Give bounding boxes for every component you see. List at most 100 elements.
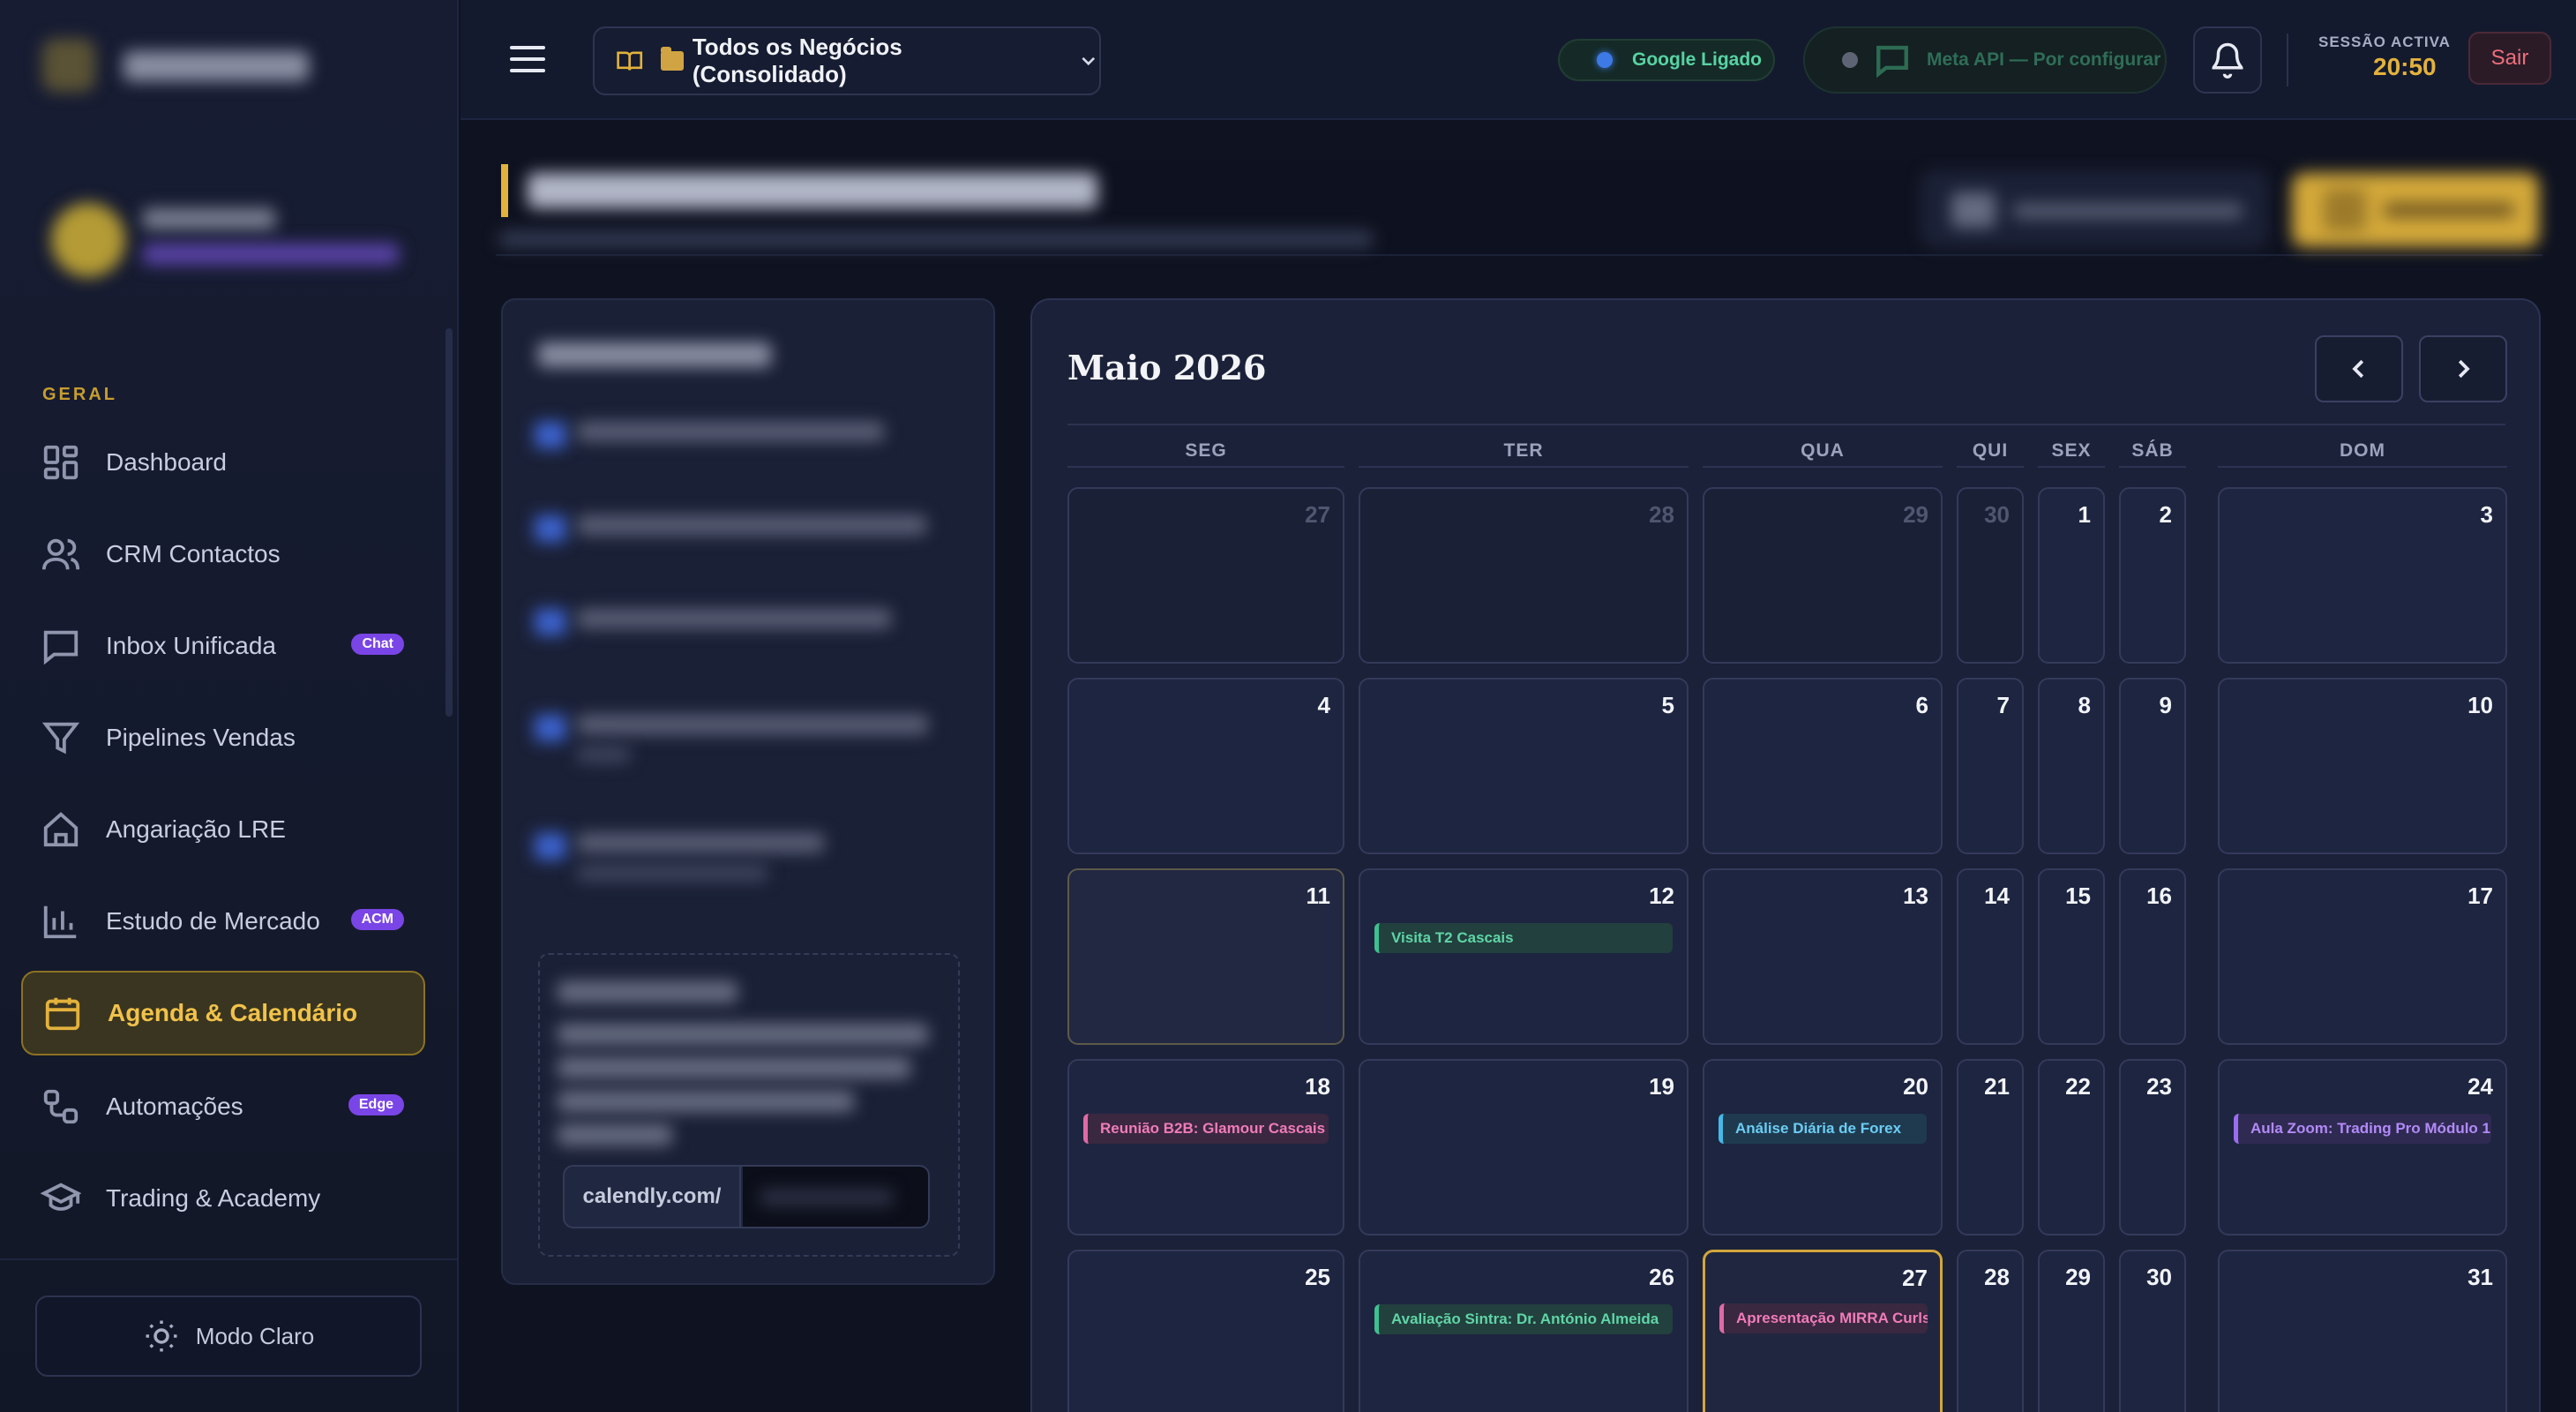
calendar-day-today[interactable]: 27 Apresentação MIRRA Curls <box>1703 1250 1943 1412</box>
day-number: 12 <box>1649 882 1674 909</box>
calendar-source-select[interactable] <box>1923 173 2265 245</box>
day-number: 27 <box>1305 501 1330 528</box>
user-name <box>143 208 275 229</box>
checkbox[interactable] <box>535 715 566 741</box>
next-month-button[interactable] <box>2419 335 2507 402</box>
day-number: 25 <box>1305 1264 1330 1290</box>
calendar-day[interactable]: 6 <box>1703 678 1943 854</box>
calendar-panel: Maio 2026 SEG TER QUA QUI SEX SÁB DOM 27 28 29 30 1… <box>1030 298 2541 1412</box>
calendar-day[interactable]: 30 <box>1957 487 2024 664</box>
calendar-day[interactable]: 13 <box>1703 868 1943 1045</box>
sidebar-scrollbar[interactable] <box>446 328 453 717</box>
sidebar-item-automacoes[interactable]: Automações Edge <box>21 1064 425 1149</box>
theme-toggle-label: Modo Claro <box>195 1322 315 1349</box>
theme-toggle-button[interactable]: Modo Claro <box>35 1296 422 1377</box>
calendar-day[interactable]: 28 <box>1359 487 1689 664</box>
sidebar-item-agenda-calendario[interactable]: Agenda & Calendário <box>21 971 425 1055</box>
business-selector[interactable]: Todos os Negócios (Consolidado) <box>593 26 1101 95</box>
notifications-button[interactable] <box>2193 26 2262 94</box>
calendar-day[interactable]: 20 Análise Diária de Forex <box>1703 1059 1943 1236</box>
calendar-event[interactable]: Apresentação MIRRA Curls <box>1719 1303 1928 1333</box>
calendar-day[interactable]: 27 <box>1067 487 1344 664</box>
bell-icon <box>2212 42 2243 79</box>
calendar-event[interactable]: Reunião B2B: Glamour Cascais <box>1083 1114 1329 1144</box>
menu-toggle-button[interactable] <box>510 46 545 74</box>
logout-button[interactable]: Sair <box>2468 32 2551 85</box>
calendar-day[interactable]: 28 <box>1957 1250 2024 1412</box>
sidebar-item-inbox-unificada[interactable]: Inbox Unificada Chat <box>21 604 425 688</box>
day-number: 30 <box>2146 1264 2172 1290</box>
calendar-event[interactable]: Análise Diária de Forex <box>1719 1114 1927 1144</box>
calendar-day[interactable]: 25 <box>1067 1250 1344 1412</box>
sidebar-item-label: Estudo de Mercado <box>106 907 320 935</box>
calendar-day[interactable]: 5 <box>1359 678 1689 854</box>
agenda-filters-panel: calendly.com/ <box>501 298 995 1285</box>
badge-acm: ACM <box>350 909 404 930</box>
day-number: 31 <box>2467 1264 2493 1290</box>
calendar-day[interactable]: 12 Visita T2 Cascais <box>1359 868 1689 1045</box>
calendar-day[interactable]: 10 <box>2218 678 2507 854</box>
calendar-event[interactable]: Visita T2 Cascais <box>1374 923 1673 953</box>
calendar-day[interactable]: 9 <box>2119 678 2186 854</box>
day-number: 18 <box>1305 1073 1330 1100</box>
calendar-day[interactable]: 2 <box>2119 487 2186 664</box>
calendar-day[interactable]: 7 <box>1957 678 2024 854</box>
calendly-url-input[interactable] <box>743 1167 928 1227</box>
sidebar-item-estudo-de-mercado[interactable]: Estudo de Mercado ACM <box>21 879 425 964</box>
calendar-event[interactable]: Avaliação Sintra: Dr. António Almeida <box>1374 1304 1673 1334</box>
calendar-day[interactable]: 4 <box>1067 678 1344 854</box>
day-number: 29 <box>1903 501 1928 528</box>
sidebar-item-trading-academy[interactable]: Trading & Academy <box>21 1156 425 1241</box>
calendar-day[interactable]: 17 <box>2218 868 2507 1045</box>
calendar-day[interactable]: 8 <box>2038 678 2105 854</box>
sidebar-item-dashboard[interactable]: Dashboard <box>21 420 425 505</box>
checkbox[interactable] <box>535 515 566 542</box>
calendar-day[interactable]: 11 <box>1067 868 1344 1045</box>
calendar-day[interactable]: 29 <box>2038 1250 2105 1412</box>
day-number: 20 <box>1903 1073 1928 1100</box>
day-number: 28 <box>1984 1264 2010 1290</box>
calendar-day[interactable]: 31 <box>2218 1250 2507 1412</box>
calendar-event[interactable]: Aula Zoom: Trading Pro Módulo 1 <box>2234 1114 2491 1144</box>
calendar-day[interactable]: 23 <box>2119 1059 2186 1236</box>
calendar-day[interactable]: 1 <box>2038 487 2105 664</box>
previous-month-button[interactable] <box>2315 335 2403 402</box>
calendar-day[interactable]: 18 Reunião B2B: Glamour Cascais <box>1067 1059 1344 1236</box>
day-number: 11 <box>1306 882 1331 909</box>
day-number: 7 <box>1996 692 2010 718</box>
sidebar-item-pipelines-vendas[interactable]: Pipelines Vendas <box>21 695 425 780</box>
calendly-url-field[interactable]: calendly.com/ <box>563 1165 930 1228</box>
calendar-day[interactable]: 30 <box>2119 1250 2186 1412</box>
calendar-day[interactable]: 24 Aula Zoom: Trading Pro Módulo 1 <box>2218 1059 2507 1236</box>
user-avatar <box>51 203 125 277</box>
calendar-day[interactable]: 3 <box>2218 487 2507 664</box>
sidebar-item-label: Automações <box>106 1093 243 1120</box>
calendar-day[interactable]: 21 <box>1957 1059 2024 1236</box>
calendar-day[interactable]: 19 <box>1359 1059 1689 1236</box>
new-event-button[interactable] <box>2292 173 2539 247</box>
checkbox[interactable] <box>535 422 566 448</box>
google-status-badge[interactable]: Google Ligado <box>1558 39 1775 81</box>
calendar-day[interactable]: 22 <box>2038 1059 2105 1236</box>
sidebar-item-crm-contactos[interactable]: CRM Contactos <box>21 512 425 597</box>
filter-icon <box>41 722 80 755</box>
day-number: 14 <box>1984 882 2010 909</box>
calendar-day[interactable]: 16 <box>2119 868 2186 1045</box>
sidebar-item-angariacao-lre[interactable]: Angariação LRE <box>21 787 425 872</box>
day-number: 8 <box>2078 692 2091 718</box>
meta-api-status-label: Meta API — Por configurar <box>1927 49 2161 70</box>
meta-api-status-badge[interactable]: Meta API — Por configurar <box>1803 26 2167 94</box>
checkbox[interactable] <box>535 609 566 635</box>
folder-icon <box>661 47 684 71</box>
calendar-divider <box>1067 424 2505 425</box>
calendar-day[interactable]: 29 <box>1703 487 1943 664</box>
sidebar-item-label: CRM Contactos <box>106 540 281 567</box>
calendar-day[interactable]: 14 <box>1957 868 2024 1045</box>
weekday-header: DOM <box>2218 434 2507 468</box>
bar-chart-icon <box>43 905 77 939</box>
topbar-divider <box>2287 34 2288 86</box>
calendar-day[interactable]: 26 Avaliação Sintra: Dr. António Almeida <box>1359 1250 1689 1412</box>
sidebar-item-label: Pipelines Vendas <box>106 724 296 751</box>
checkbox[interactable] <box>535 833 566 860</box>
calendar-day[interactable]: 15 <box>2038 868 2105 1045</box>
